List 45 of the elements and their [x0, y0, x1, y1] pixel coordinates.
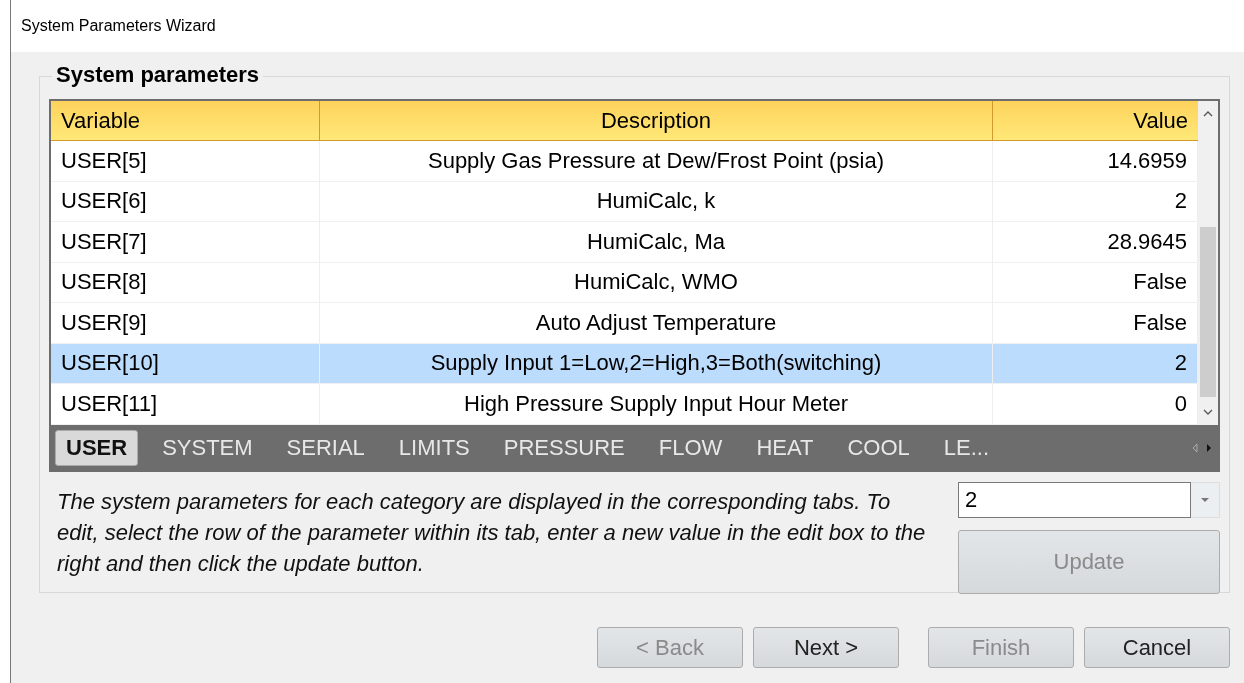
table-cell: USER[10]: [51, 343, 320, 383]
table-row[interactable]: USER[7] HumiCalc, Ma 28.9645: [51, 222, 1198, 263]
table-cell: USER[8]: [51, 262, 320, 302]
table-cell: USER[11]: [51, 384, 320, 424]
table-cell: USER[5]: [51, 141, 320, 181]
caret-icon[interactable]: [1201, 497, 1209, 502]
value-field[interactable]: 2: [958, 481, 1191, 518]
wizard-button[interactable]: Next >: [753, 627, 899, 668]
table-row[interactable]: USER[8] HumiCalc, WMO False: [51, 262, 1198, 303]
tab[interactable]: LIMITS: [388, 431, 480, 465]
tab[interactable]: LE...: [933, 431, 1000, 465]
table-cell: Supply Input 1=Low,2=High,3=Both(switching): [320, 343, 993, 383]
tab[interactable]: COOL: [837, 431, 920, 465]
table-row[interactable]: USER[9] Auto Adjust Temperature False: [51, 303, 1198, 344]
tab[interactable]: SYSTEM: [152, 431, 263, 465]
table-cell: High Pressure Supply Input Hour Meter: [320, 384, 993, 424]
help-text: The system parameters for each category are displayed in the corresponding tabs. To edit, select the row of the parameter within its tab, enter a new value in the edit box to the right and then click the update button.: [57, 487, 927, 578]
tab[interactable]: SERIAL: [276, 431, 375, 465]
scroll-down-icon[interactable]: [1203, 408, 1213, 415]
tab[interactable]: HEAT: [746, 431, 824, 465]
tab[interactable]: PRESSURE: [493, 431, 635, 465]
scroll-thumb[interactable]: [1200, 226, 1216, 397]
table-cell: HumiCalc, k: [320, 181, 993, 221]
tab[interactable]: FLOW: [648, 431, 733, 465]
column-header[interactable]: Value: [993, 101, 1198, 140]
scroll-left-icon[interactable]: [1192, 443, 1198, 453]
table-row[interactable]: USER[10] Supply Input 1=Low,2=High,3=Both(switching) 2: [51, 343, 1198, 384]
scroll-right-icon[interactable]: [1206, 443, 1212, 453]
scrollbar[interactable]: [1198, 101, 1218, 425]
column-header[interactable]: Description: [320, 101, 993, 140]
table-cell: HumiCalc, WMO: [320, 262, 993, 302]
wizard-button[interactable]: Cancel: [1084, 627, 1230, 668]
table-cell: USER[9]: [51, 303, 320, 343]
tab[interactable]: USER: [55, 430, 139, 466]
table-row[interactable]: USER[5] Supply Gas Pressure at Dew/Frost Point (psia) 14.6959: [51, 141, 1198, 182]
table-cell: USER[6]: [51, 181, 320, 221]
window-title: System Parameters Wizard: [21, 17, 216, 35]
scroll-up-icon[interactable]: [1203, 111, 1213, 117]
table-cell: HumiCalc, Ma: [320, 222, 993, 262]
table-cell: Auto Adjust Temperature: [320, 303, 993, 343]
column-header[interactable]: Variable: [51, 101, 320, 140]
table-row[interactable]: USER[11] High Pressure Supply Input Hour Meter 0: [51, 384, 1198, 425]
table-cell: Supply Gas Pressure at Dew/Frost Point (psia): [320, 141, 993, 181]
table-cell: USER[7]: [51, 222, 320, 262]
table-row[interactable]: USER[6] HumiCalc, k 2: [51, 181, 1198, 222]
